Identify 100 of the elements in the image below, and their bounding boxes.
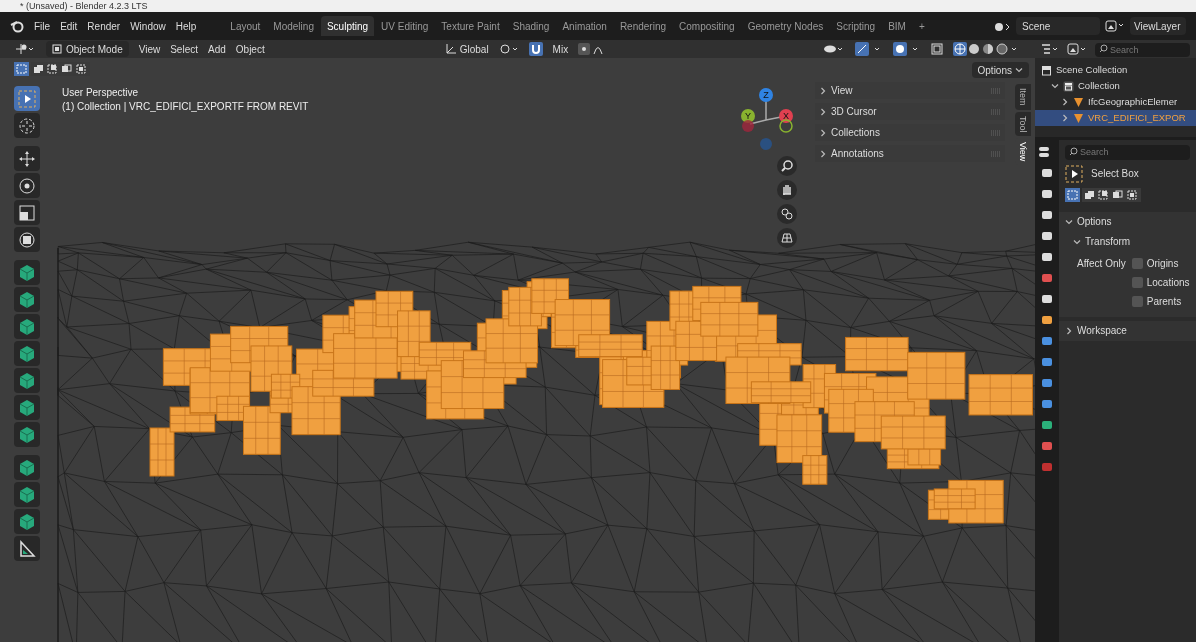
panel-title: View xyxy=(831,84,853,98)
3d-viewport[interactable]: User Perspective (1) Collection | VRC_EDIFICI_EXPORTF FROM REVIT Z Y X Options View 3D Cursor Collections Annotations Item Tool View xyxy=(0,58,1035,642)
mesh-triangle-icon xyxy=(1073,112,1084,124)
mode-dropdown[interactable]: Object Mode xyxy=(46,41,129,57)
header-menu[interactable]: View xyxy=(138,41,161,57)
select-box-icon xyxy=(1065,164,1083,183)
menu-item[interactable]: Help xyxy=(175,18,197,34)
section-header[interactable]: Transform xyxy=(1059,231,1196,252)
properties-tab-icon[interactable] xyxy=(1041,335,1053,347)
workspace-tab[interactable]: UV Editing xyxy=(375,16,435,36)
properties-tab-icon[interactable] xyxy=(1041,230,1053,242)
grid-icon[interactable] xyxy=(777,228,797,248)
properties-tab-icon[interactable] xyxy=(1041,377,1053,389)
properties-search-field[interactable]: Search xyxy=(1065,144,1190,160)
checkbox[interactable] xyxy=(1131,257,1143,269)
tool-button[interactable] xyxy=(14,536,40,561)
tool-button[interactable] xyxy=(14,173,40,198)
tool-button[interactable] xyxy=(14,287,40,312)
xray-icon[interactable] xyxy=(931,43,943,55)
axes-icon xyxy=(444,43,457,55)
object-mode-icon xyxy=(52,44,62,54)
workspace-tab[interactable]: Sculpting xyxy=(320,16,375,36)
properties-tab-icon[interactable] xyxy=(1041,167,1053,179)
outliner-search-field[interactable]: Search xyxy=(1095,42,1190,57)
app-logo-icon[interactable] xyxy=(10,19,24,33)
properties-tab-icon[interactable] xyxy=(1041,356,1053,368)
section-title: Transform xyxy=(1085,235,1131,249)
window-title: * (Unsaved) - Blender 4.2.3 LTS xyxy=(20,1,148,11)
caret-icon xyxy=(1015,66,1023,74)
tool-button[interactable] xyxy=(14,395,40,420)
selection-mode-buttons[interactable] xyxy=(1065,187,1143,202)
menu-item[interactable]: Window xyxy=(130,18,166,34)
properties-tab-icon[interactable] xyxy=(1041,293,1053,305)
outliner-row[interactable]: Collection xyxy=(1035,78,1196,94)
workspace-tab[interactable]: Texture Paint xyxy=(435,16,506,36)
tool-button[interactable] xyxy=(14,314,40,339)
tool-button[interactable] xyxy=(14,455,40,480)
scale-icon xyxy=(18,203,36,222)
workspace-tab[interactable]: Shading xyxy=(506,16,556,36)
menu-item[interactable]: File xyxy=(34,18,51,34)
outliner-row[interactable]: Scene Collection xyxy=(1035,62,1196,78)
section-header[interactable]: Options xyxy=(1059,211,1196,232)
mesh-triangle-icon xyxy=(1073,96,1084,108)
workspace-tab[interactable]: Rendering xyxy=(613,16,673,36)
properties-tab-icon[interactable] xyxy=(1041,209,1053,221)
tool-button[interactable] xyxy=(14,422,40,447)
tool-button[interactable] xyxy=(14,482,40,507)
header-menu[interactable]: Object xyxy=(235,41,265,57)
ruler-icon xyxy=(18,539,36,558)
tool-button[interactable] xyxy=(14,146,40,171)
scene-field[interactable]: Scene xyxy=(1016,17,1100,35)
workspace-tab[interactable]: Geometry Nodes xyxy=(741,16,830,36)
workspace-tab[interactable]: Layout xyxy=(224,16,267,36)
sidebar-tab[interactable]: Tool xyxy=(1015,111,1031,137)
workspace-tab[interactable]: Animation xyxy=(556,16,613,36)
image-stack-icon[interactable] xyxy=(1104,19,1126,33)
view-layer-field[interactable]: ViewLayer xyxy=(1130,17,1186,35)
tool-button[interactable] xyxy=(14,200,40,225)
zoom-icon[interactable] xyxy=(777,156,797,176)
tool-button[interactable] xyxy=(14,368,40,393)
checkbox[interactable] xyxy=(1131,295,1143,307)
workspace-tab[interactable]: + xyxy=(912,16,931,36)
tool-button[interactable] xyxy=(14,86,40,111)
tool-button[interactable] xyxy=(14,227,40,252)
cube-icon xyxy=(18,485,36,504)
options-dropdown[interactable]: Options xyxy=(971,62,1029,78)
properties-tab-icon[interactable] xyxy=(1041,314,1053,326)
checkbox[interactable] xyxy=(1131,276,1143,288)
properties-tab-icon[interactable] xyxy=(1041,188,1053,200)
tool-button[interactable] xyxy=(14,509,40,534)
tool-button[interactable] xyxy=(14,260,40,285)
magnet-icon[interactable] xyxy=(528,42,543,56)
snap-dropdown[interactable]: Mix xyxy=(552,41,569,57)
properties-tab-icon[interactable] xyxy=(1041,419,1053,431)
workspace-tab[interactable]: BIM xyxy=(882,16,912,36)
eye-icon[interactable] xyxy=(823,43,845,55)
section-header[interactable]: Workspace xyxy=(1059,320,1196,341)
sidebar-tab[interactable]: Item xyxy=(1015,84,1031,110)
box-icon xyxy=(1041,64,1052,76)
outliner-row[interactable]: IfcGeographicElemer xyxy=(1035,94,1196,110)
workspace-tab[interactable]: Modeling xyxy=(267,16,320,36)
outliner-label: Scene Collection xyxy=(1056,62,1128,77)
search-icon xyxy=(1069,147,1078,156)
orientation-dropdown[interactable]: Global xyxy=(444,41,489,57)
chevron-down-icon xyxy=(1065,217,1073,226)
workspace-tab[interactable]: Scripting xyxy=(830,16,882,36)
properties-tab-icon[interactable] xyxy=(1041,251,1053,263)
menu-item[interactable]: Edit xyxy=(60,18,78,34)
scene-icon[interactable] xyxy=(994,20,1012,32)
menu-item[interactable]: Render xyxy=(87,18,121,34)
workspace-tab[interactable]: Compositing xyxy=(673,16,741,36)
rotate-icon xyxy=(18,176,36,195)
outliner-row[interactable]: VRC_EDIFICI_EXPOR xyxy=(1035,110,1196,126)
editor-type-icon[interactable] xyxy=(14,43,36,55)
properties-tab-icon[interactable] xyxy=(1041,398,1053,410)
header-menu[interactable]: Add xyxy=(208,41,226,57)
chevron-down-icon xyxy=(1051,82,1059,90)
axis-gizmo[interactable]: Z Y X xyxy=(738,86,794,152)
header-menu[interactable]: Select xyxy=(170,41,198,57)
tool-button[interactable] xyxy=(14,341,40,366)
